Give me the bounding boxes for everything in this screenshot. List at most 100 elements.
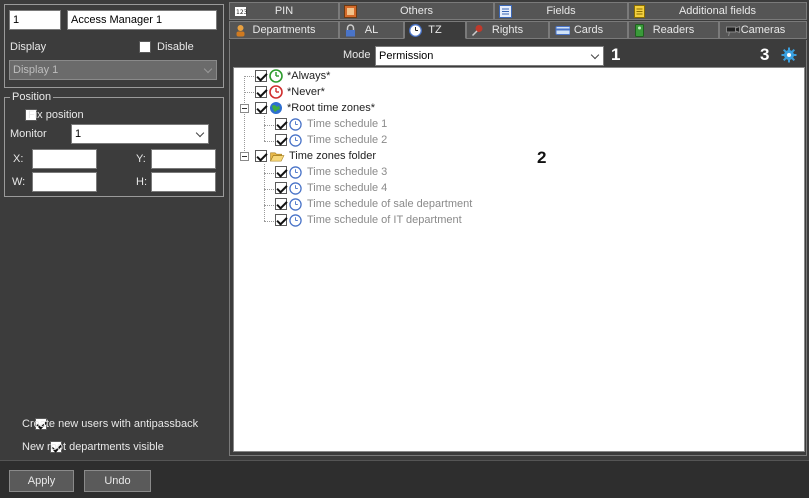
notepad-icon: [634, 5, 645, 18]
tab-tz-label: TZ: [428, 24, 442, 36]
display-label: Display: [10, 41, 47, 53]
clock-blue-icon: [289, 165, 302, 179]
tree-item-label: *Never*: [287, 86, 325, 98]
tree-item-label: Time schedule of IT department: [307, 214, 462, 226]
y-label: Y:: [136, 153, 146, 165]
object-id-field[interactable]: [9, 10, 61, 30]
tab-departments-label: Departments: [252, 24, 316, 36]
tab-cards-label: Cards: [573, 24, 604, 36]
tab-others-label: Others: [399, 5, 433, 17]
disable-checkbox[interactable]: [139, 41, 151, 54]
lock-icon: [346, 24, 355, 37]
tab-departments[interactable]: Departments: [229, 21, 339, 39]
clock-icon: [409, 24, 422, 37]
clock-red-icon: [269, 85, 283, 99]
svg-text:123: 123: [236, 9, 247, 16]
tree-checkbox[interactable]: [255, 150, 267, 162]
camera-icon: [726, 25, 740, 37]
display-select: Display 1: [9, 60, 217, 80]
object-name-field[interactable]: [67, 10, 217, 30]
x-field[interactable]: [32, 149, 97, 169]
tab-cameras[interactable]: Cameras: [719, 21, 807, 39]
fix-position-label: Fix position: [28, 109, 84, 121]
tab-pin-label: PIN: [274, 5, 294, 17]
tab-rights[interactable]: Rights: [466, 21, 549, 39]
tab-tz[interactable]: TZ: [404, 21, 466, 39]
w-field[interactable]: [32, 172, 97, 192]
tree-item-label: Time zones folder: [289, 150, 377, 162]
clock-green-icon: [269, 69, 283, 83]
tab-al[interactable]: AL: [339, 21, 404, 39]
tab-pin[interactable]: 123 PIN: [229, 2, 339, 20]
monitor-label: Monitor: [10, 128, 47, 140]
tab-fields[interactable]: Fields: [494, 2, 628, 20]
tree-item-always[interactable]: *Always*: [255, 68, 330, 84]
tree-checkbox[interactable]: [255, 86, 267, 98]
tree-item-label: Time schedule 3: [307, 166, 388, 178]
keypad-icon: 123: [234, 6, 247, 17]
monitor-select-value: 1: [75, 128, 82, 140]
tree-checkbox[interactable]: [275, 214, 287, 226]
tree-item-time-zones-folder[interactable]: Time zones folder: [255, 148, 376, 164]
tab-additional-fields[interactable]: Additional fields: [628, 2, 807, 20]
time-zones-tree[interactable]: *Always* *Never* *Root time zones* Time …: [233, 67, 805, 452]
h-label: H:: [136, 176, 147, 188]
tree-item-label: Time schedule of sale department: [307, 198, 473, 210]
tab-readers[interactable]: Readers: [628, 21, 719, 39]
clock-blue-icon: [289, 213, 302, 227]
clock-blue-icon: [289, 181, 302, 195]
apply-button[interactable]: Apply: [9, 470, 74, 492]
tab-others[interactable]: Others: [339, 2, 494, 20]
tree-checkbox[interactable]: [275, 166, 287, 178]
tree-item-time-schedule-3[interactable]: Time schedule 3: [275, 164, 387, 180]
reader-icon: [635, 24, 644, 37]
tree-checkbox[interactable]: [255, 70, 267, 82]
tab-rights-label: Rights: [491, 24, 524, 36]
collapse-root-time-zones[interactable]: [240, 104, 249, 113]
mode-label: Mode: [343, 49, 371, 61]
tree-checkbox[interactable]: [275, 182, 287, 194]
root-departments-label: New root departments visible: [22, 441, 164, 453]
collapse-time-zones-folder[interactable]: [240, 152, 249, 161]
tab-cards[interactable]: Cards: [549, 21, 628, 39]
tree-item-label: Time schedule 1: [307, 118, 388, 130]
tree-item-time-schedule-2[interactable]: Time schedule 2: [275, 132, 387, 148]
tree-item-never[interactable]: *Never*: [255, 84, 325, 100]
clock-blue-icon: [289, 133, 302, 147]
annotation-marker-2: 2: [537, 148, 547, 167]
photo-icon: [344, 5, 357, 18]
tree-item-time-schedule-1[interactable]: Time schedule 1: [275, 116, 387, 132]
w-label: W:: [12, 176, 26, 188]
globe-icon: [270, 102, 282, 114]
tree-item-time-schedule-it[interactable]: Time schedule of IT department: [275, 212, 462, 228]
tab-al-label: AL: [364, 24, 379, 36]
monitor-select[interactable]: 1: [71, 124, 209, 144]
y-field[interactable]: [151, 149, 216, 169]
display-select-value: Display 1: [13, 64, 59, 76]
mode-select[interactable]: Permission: [375, 46, 604, 66]
tab-fields-label: Fields: [546, 5, 576, 17]
antipassback-label: Create new users with antipassback: [22, 418, 199, 430]
tree-item-time-schedule-4[interactable]: Time schedule 4: [275, 180, 387, 196]
annotation-marker-3: 3: [760, 45, 770, 64]
tree-checkbox[interactable]: [275, 118, 287, 130]
tree-item-label: Time schedule 2: [307, 134, 388, 146]
undo-button[interactable]: Undo: [84, 470, 151, 492]
pin-icon: [471, 25, 483, 37]
tree-item-label: Time schedule 4: [307, 182, 388, 194]
tree-item-label: *Always*: [287, 70, 331, 82]
tab-readers-label: Readers: [652, 24, 695, 36]
h-field[interactable]: [151, 172, 216, 192]
gear-icon[interactable]: [781, 47, 797, 63]
tree-checkbox[interactable]: [275, 134, 287, 146]
card-icon: [555, 26, 570, 35]
tree-item-time-schedule-sale[interactable]: Time schedule of sale department: [275, 196, 472, 212]
tree-item-root-time-zones[interactable]: *Root time zones*: [255, 100, 375, 116]
tree-checkbox[interactable]: [255, 102, 267, 114]
folder-open-icon: [270, 152, 285, 161]
tree-checkbox[interactable]: [275, 198, 287, 210]
chevron-down-icon: [590, 50, 600, 60]
chevron-down-icon: [203, 64, 213, 74]
annotation-marker-1: 1: [611, 45, 621, 64]
person-icon: [236, 25, 245, 37]
